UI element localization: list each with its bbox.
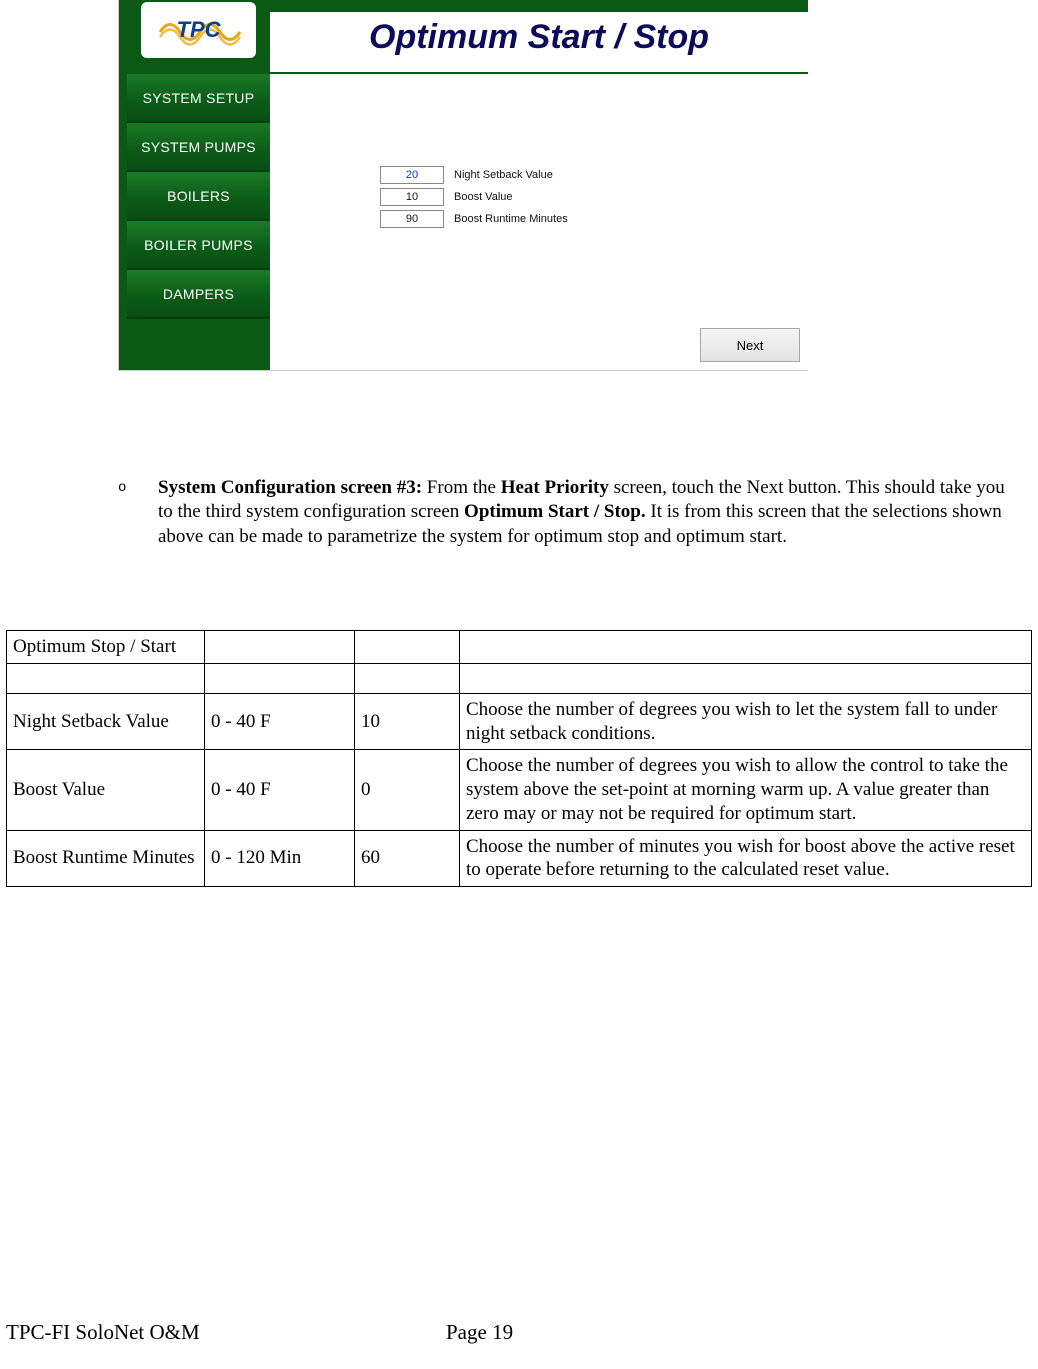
param-range: 0 - 120 Min	[205, 830, 355, 887]
table-row: Boost Runtime Minutes 0 - 120 Min 60 Cho…	[7, 830, 1032, 887]
param-desc: Choose the number of minutes you wish fo…	[460, 830, 1032, 887]
bullet-span-1: From the	[422, 477, 501, 498]
sidebar-item-dampers[interactable]: DAMPERS	[127, 270, 270, 319]
param-name: Boost Value	[7, 750, 205, 830]
bullet-bold-3: Optimum Start / Stop.	[464, 501, 646, 522]
bullet-marker: o	[118, 476, 158, 549]
bullet-paragraph: o System Configuration screen #3: From t…	[118, 476, 1008, 549]
param-default: 60	[355, 830, 460, 887]
next-button[interactable]: Next	[700, 328, 800, 362]
param-desc: Choose the number of degrees you wish to…	[460, 693, 1032, 750]
field-label-boost-runtime: Boost Runtime Minutes	[454, 213, 568, 225]
logo-text: TPC	[177, 17, 221, 43]
sidebar-item-boiler-pumps[interactable]: BOILER PUMPS	[127, 221, 270, 270]
param-default: 0	[355, 750, 460, 830]
field-row-boost-value: 10 Boost Value	[380, 186, 568, 208]
table-row: Night Setback Value 0 - 40 F 10 Choose t…	[7, 693, 1032, 750]
param-name: Boost Runtime Minutes	[7, 830, 205, 887]
sidebar-item-boilers[interactable]: BOILERS	[127, 172, 270, 221]
param-range: 0 - 40 F	[205, 693, 355, 750]
field-row-boost-runtime: 90 Boost Runtime Minutes	[380, 208, 568, 230]
bullet-bold-1: System Configuration screen #3:	[158, 477, 422, 498]
table-header-row: Optimum Stop / Start	[7, 631, 1032, 664]
table-row: Boost Value 0 - 40 F 0 Choose the number…	[7, 750, 1032, 830]
table-spacer-row	[7, 663, 1032, 693]
field-value-night-setback[interactable]: 20	[380, 166, 444, 184]
field-value-boost[interactable]: 10	[380, 188, 444, 206]
field-row-night-setback: 20 Night Setback Value	[380, 164, 568, 186]
param-desc: Choose the number of degrees you wish to…	[460, 750, 1032, 830]
param-default: 10	[355, 693, 460, 750]
ui-main-panel: 20 Night Setback Value 10 Boost Value 90…	[270, 74, 808, 370]
ui-header: TPC Optimum Start / Stop	[119, 0, 808, 74]
bullet-text: System Configuration screen #3: From the…	[158, 476, 1008, 549]
sidebar-item-system-setup[interactable]: SYSTEM SETUP	[127, 74, 270, 123]
ui-title: Optimum Start / Stop	[270, 18, 808, 57]
bullet-bold-2: Heat Priority	[501, 477, 609, 498]
field-label-night-setback: Night Setback Value	[454, 169, 553, 181]
sidebar-item-system-pumps[interactable]: SYSTEM PUMPS	[127, 123, 270, 172]
parameter-table: Optimum Stop / Start Night Setback Value…	[6, 630, 1032, 887]
table-header-cell: Optimum Stop / Start	[7, 631, 205, 664]
ui-screenshot: TPC Optimum Start / Stop SYSTEM SETUP SY…	[118, 0, 808, 371]
ui-sidebar: SYSTEM SETUP SYSTEM PUMPS BOILERS BOILER…	[127, 74, 270, 370]
field-label-boost: Boost Value	[454, 191, 513, 203]
param-range: 0 - 40 F	[205, 750, 355, 830]
footer-left: TPC-FI SoloNet O&M	[6, 1320, 446, 1345]
logo-box: TPC	[139, 0, 258, 60]
footer-right: Page 19	[446, 1320, 513, 1345]
page-footer: TPC-FI SoloNet O&M Page 19	[6, 1320, 1026, 1345]
param-name: Night Setback Value	[7, 693, 205, 750]
field-value-boost-runtime[interactable]: 90	[380, 210, 444, 228]
